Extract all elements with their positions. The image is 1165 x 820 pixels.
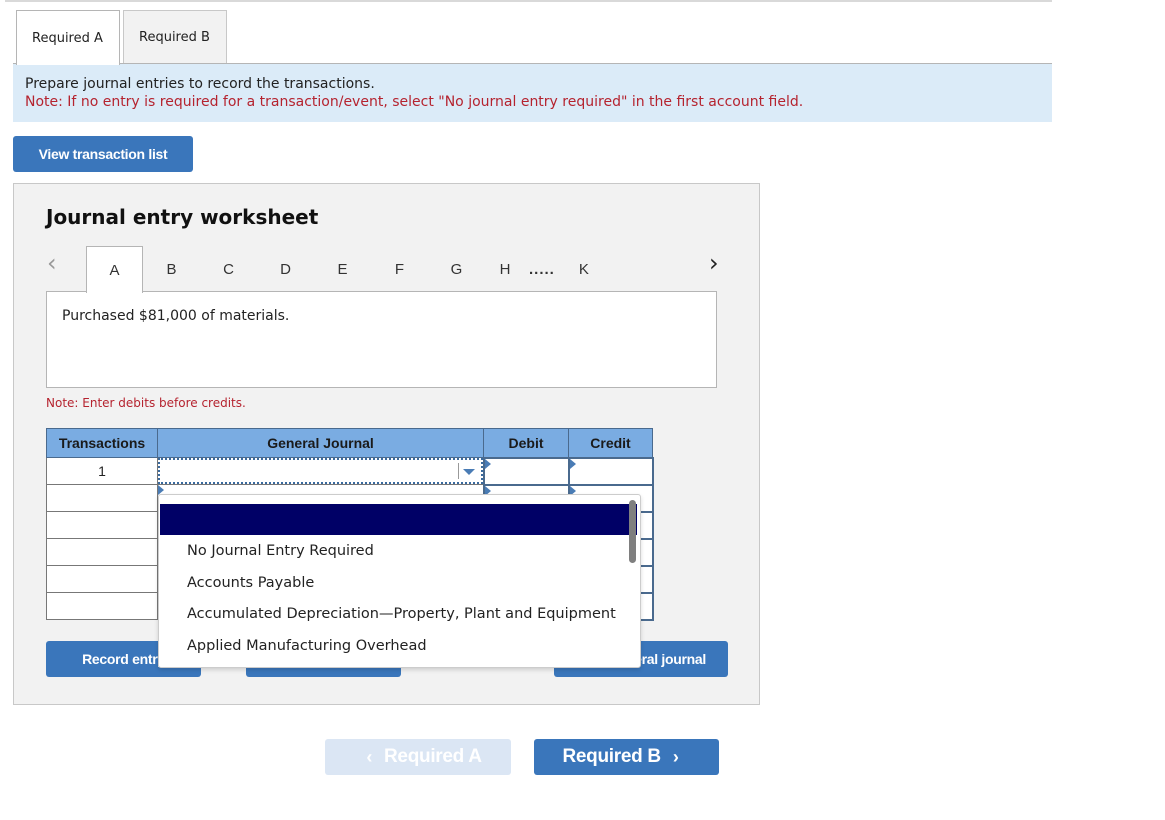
view-transaction-list-button[interactable]: View transaction list — [13, 136, 193, 172]
ws-tab-f[interactable]: F — [371, 246, 428, 292]
dropdown-option[interactable]: No Journal Entry Required — [187, 539, 616, 571]
ws-tab-b[interactable]: B — [143, 246, 200, 292]
worksheet-title: Journal entry worksheet — [46, 205, 319, 229]
debit-input[interactable] — [482, 456, 570, 486]
ws-tab-a[interactable]: A — [86, 246, 143, 293]
next-required-button[interactable]: Required B › — [534, 739, 719, 775]
transaction-description: Purchased $81,000 of materials. — [46, 291, 717, 388]
select-separator — [457, 463, 459, 479]
transaction-number — [46, 511, 158, 539]
ws-tab-c[interactable]: C — [200, 246, 257, 292]
header-general-journal: General Journal — [157, 428, 484, 458]
transaction-number — [46, 484, 158, 512]
chevron-right-icon: › — [672, 746, 679, 767]
transaction-number — [46, 565, 158, 593]
tab-required-a[interactable]: Required A — [16, 10, 120, 65]
dropdown-options: No Journal Entry Required Accounts Payab… — [187, 539, 616, 665]
chevron-right-icon[interactable]: › — [709, 251, 719, 275]
top-divider — [5, 0, 1052, 2]
input-marker-icon — [484, 458, 491, 469]
dropdown-scrollbar[interactable] — [629, 500, 636, 563]
input-marker-icon — [569, 458, 576, 469]
credit-input[interactable] — [567, 456, 654, 486]
prev-required-button: ‹ Required A — [325, 739, 511, 775]
ws-tab-k[interactable]: K — [559, 246, 609, 292]
chevron-left-icon: ‹ — [366, 746, 373, 767]
header-debit: Debit — [483, 428, 569, 458]
ws-tab-g[interactable]: G — [428, 246, 485, 292]
account-dropdown[interactable] — [158, 458, 483, 484]
dropdown-caret — [180, 495, 196, 502]
dropdown-option[interactable]: Accumulated Depreciation—Property, Plant… — [187, 602, 616, 634]
tab-required-b[interactable]: Required B — [123, 10, 227, 64]
account-select[interactable] — [157, 457, 484, 485]
dropdown-option-blank-selected[interactable] — [160, 504, 637, 535]
transaction-number: 1 — [46, 457, 158, 485]
ws-tab-e[interactable]: E — [314, 246, 371, 292]
ws-tab-d[interactable]: D — [257, 246, 314, 292]
dropdown-option[interactable]: Applied Manufacturing Overhead — [187, 634, 616, 666]
next-required-label: Required B — [562, 746, 661, 767]
instructions-text: Prepare journal entries to record the tr… — [25, 76, 375, 92]
ws-tab-ellipsis: ..... — [529, 260, 555, 278]
debit-note: Note: Enter debits before credits. — [46, 396, 246, 410]
header-credit: Credit — [568, 428, 653, 458]
header-transactions: Transactions — [46, 428, 158, 458]
transaction-number — [46, 592, 158, 620]
instructions-panel: Prepare journal entries to record the tr… — [13, 64, 1052, 122]
transaction-tabs: A B C D E F G H ..... K — [86, 246, 609, 293]
ws-tab-h[interactable]: H — [485, 246, 525, 292]
dropdown-arrow-icon[interactable] — [462, 469, 475, 475]
required-tabs: Required A Required B — [16, 10, 230, 65]
instructions-note: Note: If no entry is required for a tran… — [25, 94, 804, 110]
table-row: 1 — [46, 456, 654, 486]
account-dropdown-list[interactable]: No Journal Entry Required Accounts Payab… — [158, 494, 641, 668]
chevron-left-icon[interactable]: ‹ — [47, 251, 57, 275]
transaction-number — [46, 538, 158, 566]
dropdown-option[interactable]: Accounts Payable — [187, 571, 616, 603]
prev-required-label: Required A — [384, 746, 482, 767]
